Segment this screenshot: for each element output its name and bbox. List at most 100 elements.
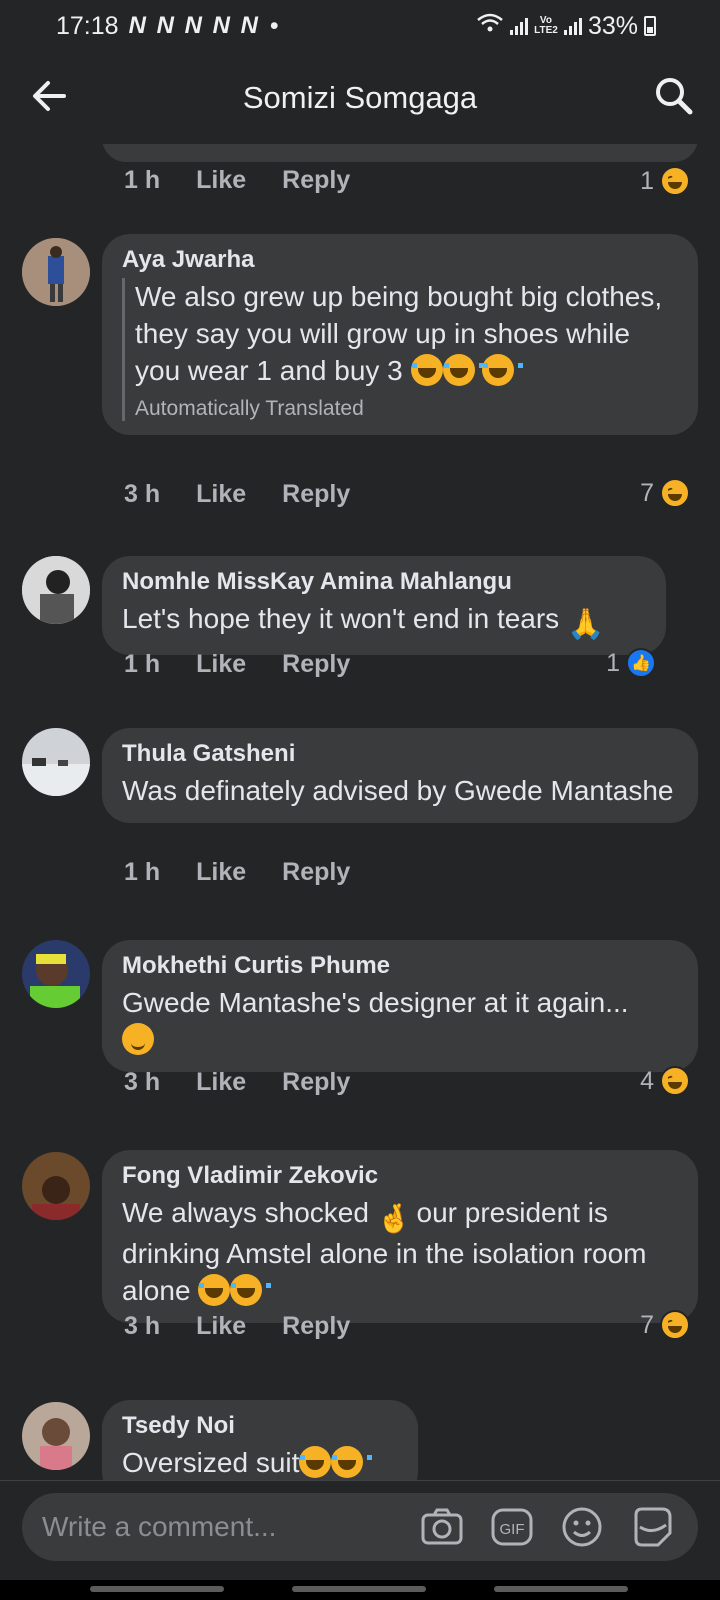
nav-home-indicator[interactable]	[292, 1586, 426, 1592]
comment-text: Gwede Mantashe's designer at it again...	[122, 987, 629, 1018]
camera-icon[interactable]	[418, 1503, 466, 1551]
comment-bubble[interactable]: Aya Jwarha We also grew up being bought …	[102, 234, 698, 435]
comment-actions: 1 h Like Reply	[124, 650, 386, 679]
reply-button[interactable]: Reply	[282, 1312, 350, 1341]
like-button[interactable]: Like	[196, 858, 246, 887]
comment-time: 3 h	[124, 480, 161, 508]
avatar[interactable]	[22, 1402, 90, 1470]
battery-icon	[644, 16, 656, 36]
tears-of-joy-emoji-icon	[299, 1446, 341, 1478]
haha-reaction-icon	[660, 478, 690, 508]
comment-bubble[interactable]: Mokhethi Curtis Phume Gwede Mantashe's d…	[102, 940, 698, 1072]
comment-author[interactable]: Thula Gatsheni	[122, 740, 676, 768]
comment-bubble[interactable]: Fong Vladimir Zekovic We always shocked …	[102, 1150, 698, 1323]
nav-back-indicator[interactable]	[494, 1586, 628, 1592]
sticker-icon[interactable]	[628, 1503, 676, 1551]
comment-author[interactable]: Fong Vladimir Zekovic	[122, 1162, 676, 1190]
reply-button[interactable]: Reply	[282, 650, 350, 679]
haha-reaction-icon	[660, 1310, 690, 1340]
avatar[interactable]	[22, 728, 90, 796]
comment-time: 1 h	[124, 166, 161, 194]
notification-icons: N N N N N	[128, 12, 260, 39]
translation-note[interactable]: Automatically Translated	[135, 397, 676, 421]
avatar[interactable]	[22, 556, 90, 624]
back-arrow-icon[interactable]	[28, 74, 72, 118]
comment-bubble-previous	[102, 144, 698, 162]
reaction-summary[interactable]: 7	[640, 1310, 690, 1340]
reply-button[interactable]: Reply	[282, 1068, 350, 1097]
battery-percent: 33%	[587, 11, 638, 40]
comment-time: 3 h	[124, 1312, 161, 1340]
reply-button[interactable]: Reply	[282, 858, 350, 887]
like-reaction-icon: 👍	[626, 648, 656, 678]
avatar[interactable]	[22, 940, 90, 1008]
comment-time: 1 h	[124, 858, 161, 886]
search-icon[interactable]	[652, 74, 696, 118]
comment-author[interactable]: Mokhethi Curtis Phume	[122, 952, 676, 980]
avatar[interactable]	[22, 1152, 90, 1220]
like-button[interactable]: Like	[196, 1312, 246, 1341]
yum-emoji-icon	[122, 1023, 154, 1055]
comment-placeholder[interactable]: Write a comment...	[42, 1511, 418, 1543]
loudly-crying-emoji-icon	[230, 1274, 272, 1306]
reaction-count: 7	[640, 1310, 654, 1339]
comment-actions: 1 h Like Reply	[124, 858, 386, 887]
comment-bubble[interactable]: Tsedy Noi Oversized suit	[102, 1400, 418, 1480]
comment-actions: 1 h Like Reply	[124, 166, 386, 195]
reply-button[interactable]: Reply	[282, 480, 350, 509]
comments-feed[interactable]: 1 h Like Reply 1 Aya Jwarha We also grew…	[0, 144, 720, 1480]
avatar[interactable]	[22, 238, 90, 306]
comment-input[interactable]: Write a comment... GIF	[22, 1493, 698, 1561]
reply-button[interactable]: Reply	[282, 166, 350, 195]
like-button[interactable]: Like	[196, 1068, 246, 1097]
reaction-count: 1	[606, 648, 620, 677]
reaction-count: 1	[640, 166, 654, 195]
nav-recents-indicator[interactable]	[90, 1586, 224, 1592]
page-title: Somizi Somgaga	[242, 80, 478, 115]
comment-bubble[interactable]: Thula Gatsheni Was definately advised by…	[102, 728, 698, 823]
rofl-emoji-icon	[482, 354, 524, 386]
reaction-summary[interactable]: 4	[640, 1066, 690, 1096]
signal-icon	[509, 17, 528, 35]
comment-bubble[interactable]: Nomhle MissKay Amina Mahlangu Let's hope…	[102, 556, 666, 655]
like-button[interactable]: Like	[196, 166, 246, 195]
rofl-emoji-icon	[442, 354, 484, 386]
comment-text: Was definately advised by Gwede Mantashe	[122, 775, 674, 806]
reaction-summary[interactable]: 1	[640, 166, 690, 196]
system-nav-bar	[0, 1580, 720, 1600]
svg-text:GIF: GIF	[500, 1521, 525, 1538]
reaction-count: 4	[640, 1066, 654, 1095]
signal-icon-2	[563, 17, 582, 35]
comment-composer: Write a comment... GIF	[0, 1480, 720, 1580]
comment-author[interactable]: Tsedy Noi	[122, 1412, 396, 1440]
reaction-count: 7	[640, 478, 654, 507]
comment-actions: 3 h Like Reply	[124, 1068, 386, 1097]
reaction-summary[interactable]: 1 👍	[606, 648, 656, 678]
emoji-icon[interactable]	[558, 1503, 606, 1551]
comment-time: 1 h	[124, 650, 161, 678]
rofl-emoji-icon	[410, 354, 452, 386]
comment-author[interactable]: Aya Jwarha	[122, 246, 676, 274]
comment-actions: 3 h Like Reply	[124, 1312, 386, 1341]
comment-author[interactable]: Nomhle MissKay Amina Mahlangu	[122, 568, 644, 596]
comment-actions: 3 h Like Reply	[124, 480, 386, 509]
praying-hands-emoji-icon: 🙏	[566, 608, 605, 641]
comment-time: 3 h	[124, 1068, 161, 1096]
tears-of-joy-emoji-icon	[331, 1446, 373, 1478]
comment-text: We always shocked	[122, 1197, 369, 1228]
loudly-crying-emoji-icon	[198, 1274, 240, 1306]
like-button[interactable]: Like	[196, 480, 246, 509]
status-bar: 17:18 N N N N N • Vo LTE2 33%	[0, 0, 720, 52]
like-button[interactable]: Like	[196, 650, 246, 679]
status-time: 17:18	[56, 11, 119, 40]
comment-text: Oversized suit	[122, 1447, 300, 1478]
gif-icon[interactable]: GIF	[488, 1503, 536, 1551]
app-bar: Somizi Somgaga	[0, 52, 720, 144]
status-dot: •	[269, 11, 279, 40]
haha-reaction-icon	[660, 1066, 690, 1096]
reaction-summary[interactable]: 7	[640, 478, 690, 508]
comment-text: We also grew up being bought big clothes…	[135, 281, 663, 386]
haha-reaction-icon	[660, 166, 690, 196]
comment-text: Let's hope they it won't end in tears	[122, 603, 560, 634]
network-label: Vo LTE2	[534, 15, 558, 36]
